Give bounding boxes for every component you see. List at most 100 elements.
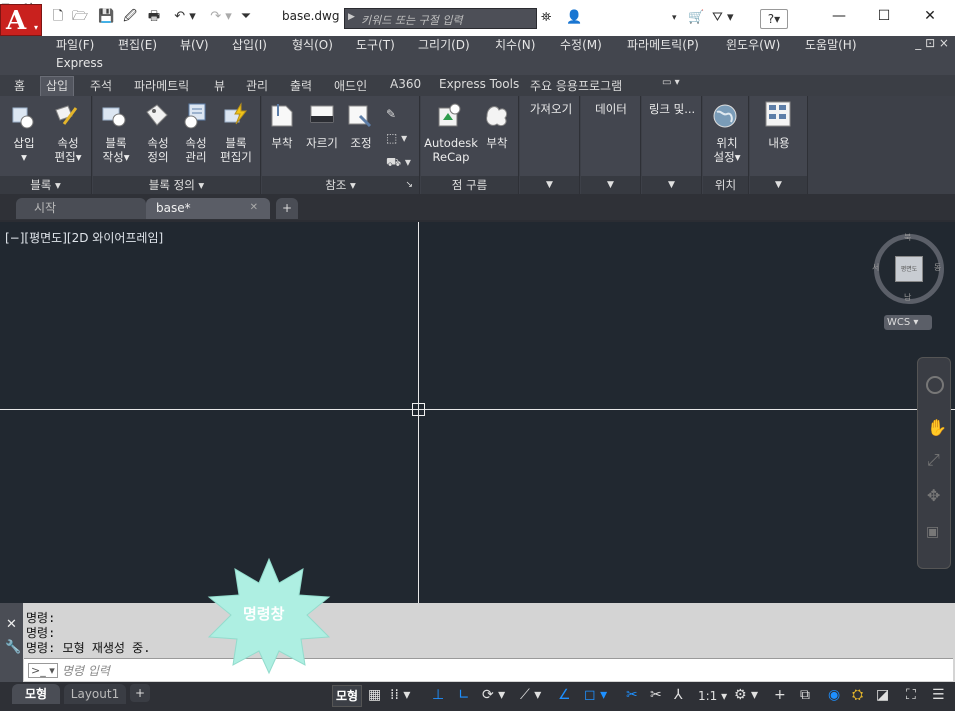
close-command-icon[interactable]: ✕ xyxy=(6,617,17,632)
minimize-button[interactable]: — xyxy=(819,4,859,28)
undo-icon[interactable]: ↶ ▾ xyxy=(170,10,200,24)
data-expand-icon[interactable]: ▼ xyxy=(581,176,640,194)
tab-insert[interactable]: 삽입 xyxy=(40,76,75,96)
user-icon[interactable]: 👤 xyxy=(566,10,582,25)
tab-view[interactable]: 뷰 xyxy=(214,77,225,94)
tab-parametric[interactable]: 파라메트릭 xyxy=(134,77,189,94)
panel-title-location[interactable]: 위치 xyxy=(703,176,748,194)
panel-title-block[interactable]: 블록 ▾ xyxy=(0,176,91,194)
insert-block-button[interactable]: 삽입 ▾ xyxy=(6,136,42,164)
graphics-performance-icon[interactable]: ◪ xyxy=(876,687,889,703)
menu-window[interactable]: 윈도우(W) xyxy=(726,36,780,53)
close-button[interactable]: ✕ xyxy=(910,4,950,28)
tab-annotate[interactable]: 주석 xyxy=(90,77,112,94)
annotation-scale-value[interactable]: 1:1 ▾ xyxy=(698,689,727,703)
viewcube-top-face[interactable]: 평면도 xyxy=(895,256,923,282)
object-snap-tracking-icon[interactable]: ∠ xyxy=(558,687,571,703)
auto-scale-icon[interactable]: ✂ xyxy=(650,687,662,703)
dialog-launcher-icon[interactable]: ↘ xyxy=(405,176,413,194)
ribbon-minimize-icon[interactable]: ▭ ▾ xyxy=(662,77,680,88)
polar-tracking-icon[interactable]: ⟳ ▾ xyxy=(482,687,505,703)
viewcube-west[interactable]: 서 xyxy=(872,262,879,273)
menu-dimension[interactable]: 치수(N) xyxy=(495,36,535,53)
command-input[interactable]: 명령 입력 xyxy=(62,662,110,679)
redo-icon[interactable]: ↷ ▾ xyxy=(206,10,236,24)
menu-draw[interactable]: 그리기(D) xyxy=(418,36,470,53)
grid-icon[interactable]: ▦ xyxy=(368,687,381,703)
menu-file[interactable]: 파일(F) xyxy=(56,36,94,53)
new-file-icon[interactable]: 🗋 xyxy=(50,10,66,24)
pan-hand-icon[interactable]: ✋ xyxy=(927,418,947,437)
link-expand-icon[interactable]: ▼ xyxy=(642,176,701,194)
open-folder-icon[interactable]: 🗁 xyxy=(72,10,88,24)
menu-format[interactable]: 형식(O) xyxy=(292,36,333,53)
snap-icon[interactable]: ⁞⁞ ▾ xyxy=(390,687,410,703)
annotation-scale-icon[interactable]: ⅄ xyxy=(674,687,683,703)
infer-constraints-icon[interactable]: ⊥ xyxy=(432,687,444,703)
keyword-search-box[interactable]: ▶ 키워드 또는 구절 입력 xyxy=(344,8,537,29)
panel-title-block-definition[interactable]: 블록 정의 ▾ xyxy=(93,176,260,194)
tab-a360[interactable]: A360 xyxy=(390,77,421,91)
annotation-visibility-icon[interactable]: ✂ xyxy=(626,687,638,703)
customize-qat-icon[interactable]: ⏷ xyxy=(238,10,254,24)
create-block-button[interactable]: 블록 작성▾ xyxy=(97,136,135,164)
command-prompt-icon[interactable]: >_ ▾ xyxy=(28,663,58,678)
showmotion-icon[interactable]: ▣ xyxy=(926,524,939,540)
menu-tools[interactable]: 도구(T) xyxy=(356,36,395,53)
new-tab-button[interactable]: + xyxy=(276,198,298,219)
content-expand-icon[interactable]: ▼ xyxy=(750,176,807,194)
document-window-controls[interactable]: _ ⊡ × xyxy=(915,36,949,50)
tab-layout1[interactable]: Layout1 xyxy=(64,684,126,704)
command-window-grip[interactable]: ✕ 🔧 xyxy=(0,603,23,682)
block-editor-button[interactable]: 블록 편집기 xyxy=(215,136,257,164)
clip-button[interactable]: 자르기 xyxy=(302,136,342,150)
tab-home[interactable]: 홈 xyxy=(14,77,25,94)
adjust-button[interactable]: 조정 xyxy=(344,136,378,150)
cart-icon[interactable]: 🛒 xyxy=(688,10,704,25)
set-location-button[interactable]: 위치 설정▾ xyxy=(705,136,749,164)
help-button[interactable]: ?▾ xyxy=(760,9,788,29)
maximize-button[interactable]: ☐ xyxy=(864,4,904,28)
model-space-toggle[interactable]: 모형 xyxy=(332,685,362,707)
menu-insert[interactable]: 삽입(I) xyxy=(232,36,267,53)
point-cloud-attach-button[interactable]: 부착 xyxy=(479,136,515,150)
tab-model[interactable]: 모형 xyxy=(12,684,60,704)
ortho-icon[interactable]: ∟ xyxy=(458,687,470,703)
tab-addins[interactable]: 애드인 xyxy=(334,77,367,94)
import-expand-icon[interactable]: ▼ xyxy=(520,176,579,194)
tab-manage[interactable]: 관리 xyxy=(246,77,268,94)
viewcube-south[interactable]: 남 xyxy=(904,292,911,303)
object-snap-icon[interactable]: ◻ ▾ xyxy=(584,687,607,703)
content-button[interactable]: 내용 xyxy=(754,136,804,150)
reference-small-tools[interactable]: ✎ ⬚ ▾ ⛟ ▾ xyxy=(386,102,414,172)
recap-button[interactable]: Autodesk ReCap xyxy=(423,136,479,164)
menu-view[interactable]: 뷰(V) xyxy=(180,36,209,53)
zoom-extents-icon[interactable]: ⤢ xyxy=(927,450,940,470)
save-icon[interactable]: 💾 xyxy=(98,10,114,24)
save-as-icon[interactable]: 🖉 xyxy=(122,10,138,24)
orbit-icon[interactable]: ✥ xyxy=(927,486,940,505)
clean-screen-icon[interactable]: ⛭ xyxy=(852,687,863,703)
isodraft-icon[interactable]: ⟋ ▾ xyxy=(520,687,541,703)
customization-menu-icon[interactable]: ☰ xyxy=(932,687,945,703)
workspace-gear-icon[interactable]: ⚙ ▾ xyxy=(734,687,758,703)
app-menu-button[interactable]: A ▾ xyxy=(0,4,42,36)
tab-start[interactable]: 시작 xyxy=(16,198,146,219)
panel-title-reference[interactable]: 참조 ▾ ↘ xyxy=(262,176,419,194)
isolate-objects-icon[interactable]: ⧉ xyxy=(800,687,810,703)
menu-help[interactable]: 도움말(H) xyxy=(805,36,857,53)
menu-edit[interactable]: 편집(E) xyxy=(118,36,157,53)
new-layout-button[interactable]: + xyxy=(130,684,150,702)
edit-attribute-button[interactable]: 속성 편집▾ xyxy=(46,136,90,164)
define-attribute-button[interactable]: 속성 정의 xyxy=(139,136,177,164)
close-tab-icon[interactable]: ✕ xyxy=(250,198,258,218)
viewport-controls[interactable]: [−][평면도][2D 와이어프레임] xyxy=(5,229,163,246)
viewcube-north[interactable]: 북 xyxy=(904,232,911,243)
hardware-acceleration-icon[interactable]: ◉ xyxy=(828,687,840,703)
steering-wheel-icon[interactable] xyxy=(926,376,944,394)
print-icon[interactable]: 🖶 xyxy=(146,10,162,24)
exchange-apps-icon[interactable]: ⛛ ▾ xyxy=(712,10,734,25)
search-input[interactable]: 키워드 또는 구절 입력 xyxy=(361,12,463,28)
menu-parametric[interactable]: 파라메트릭(P) xyxy=(627,36,699,53)
attach-button[interactable]: 부착 xyxy=(266,136,298,150)
